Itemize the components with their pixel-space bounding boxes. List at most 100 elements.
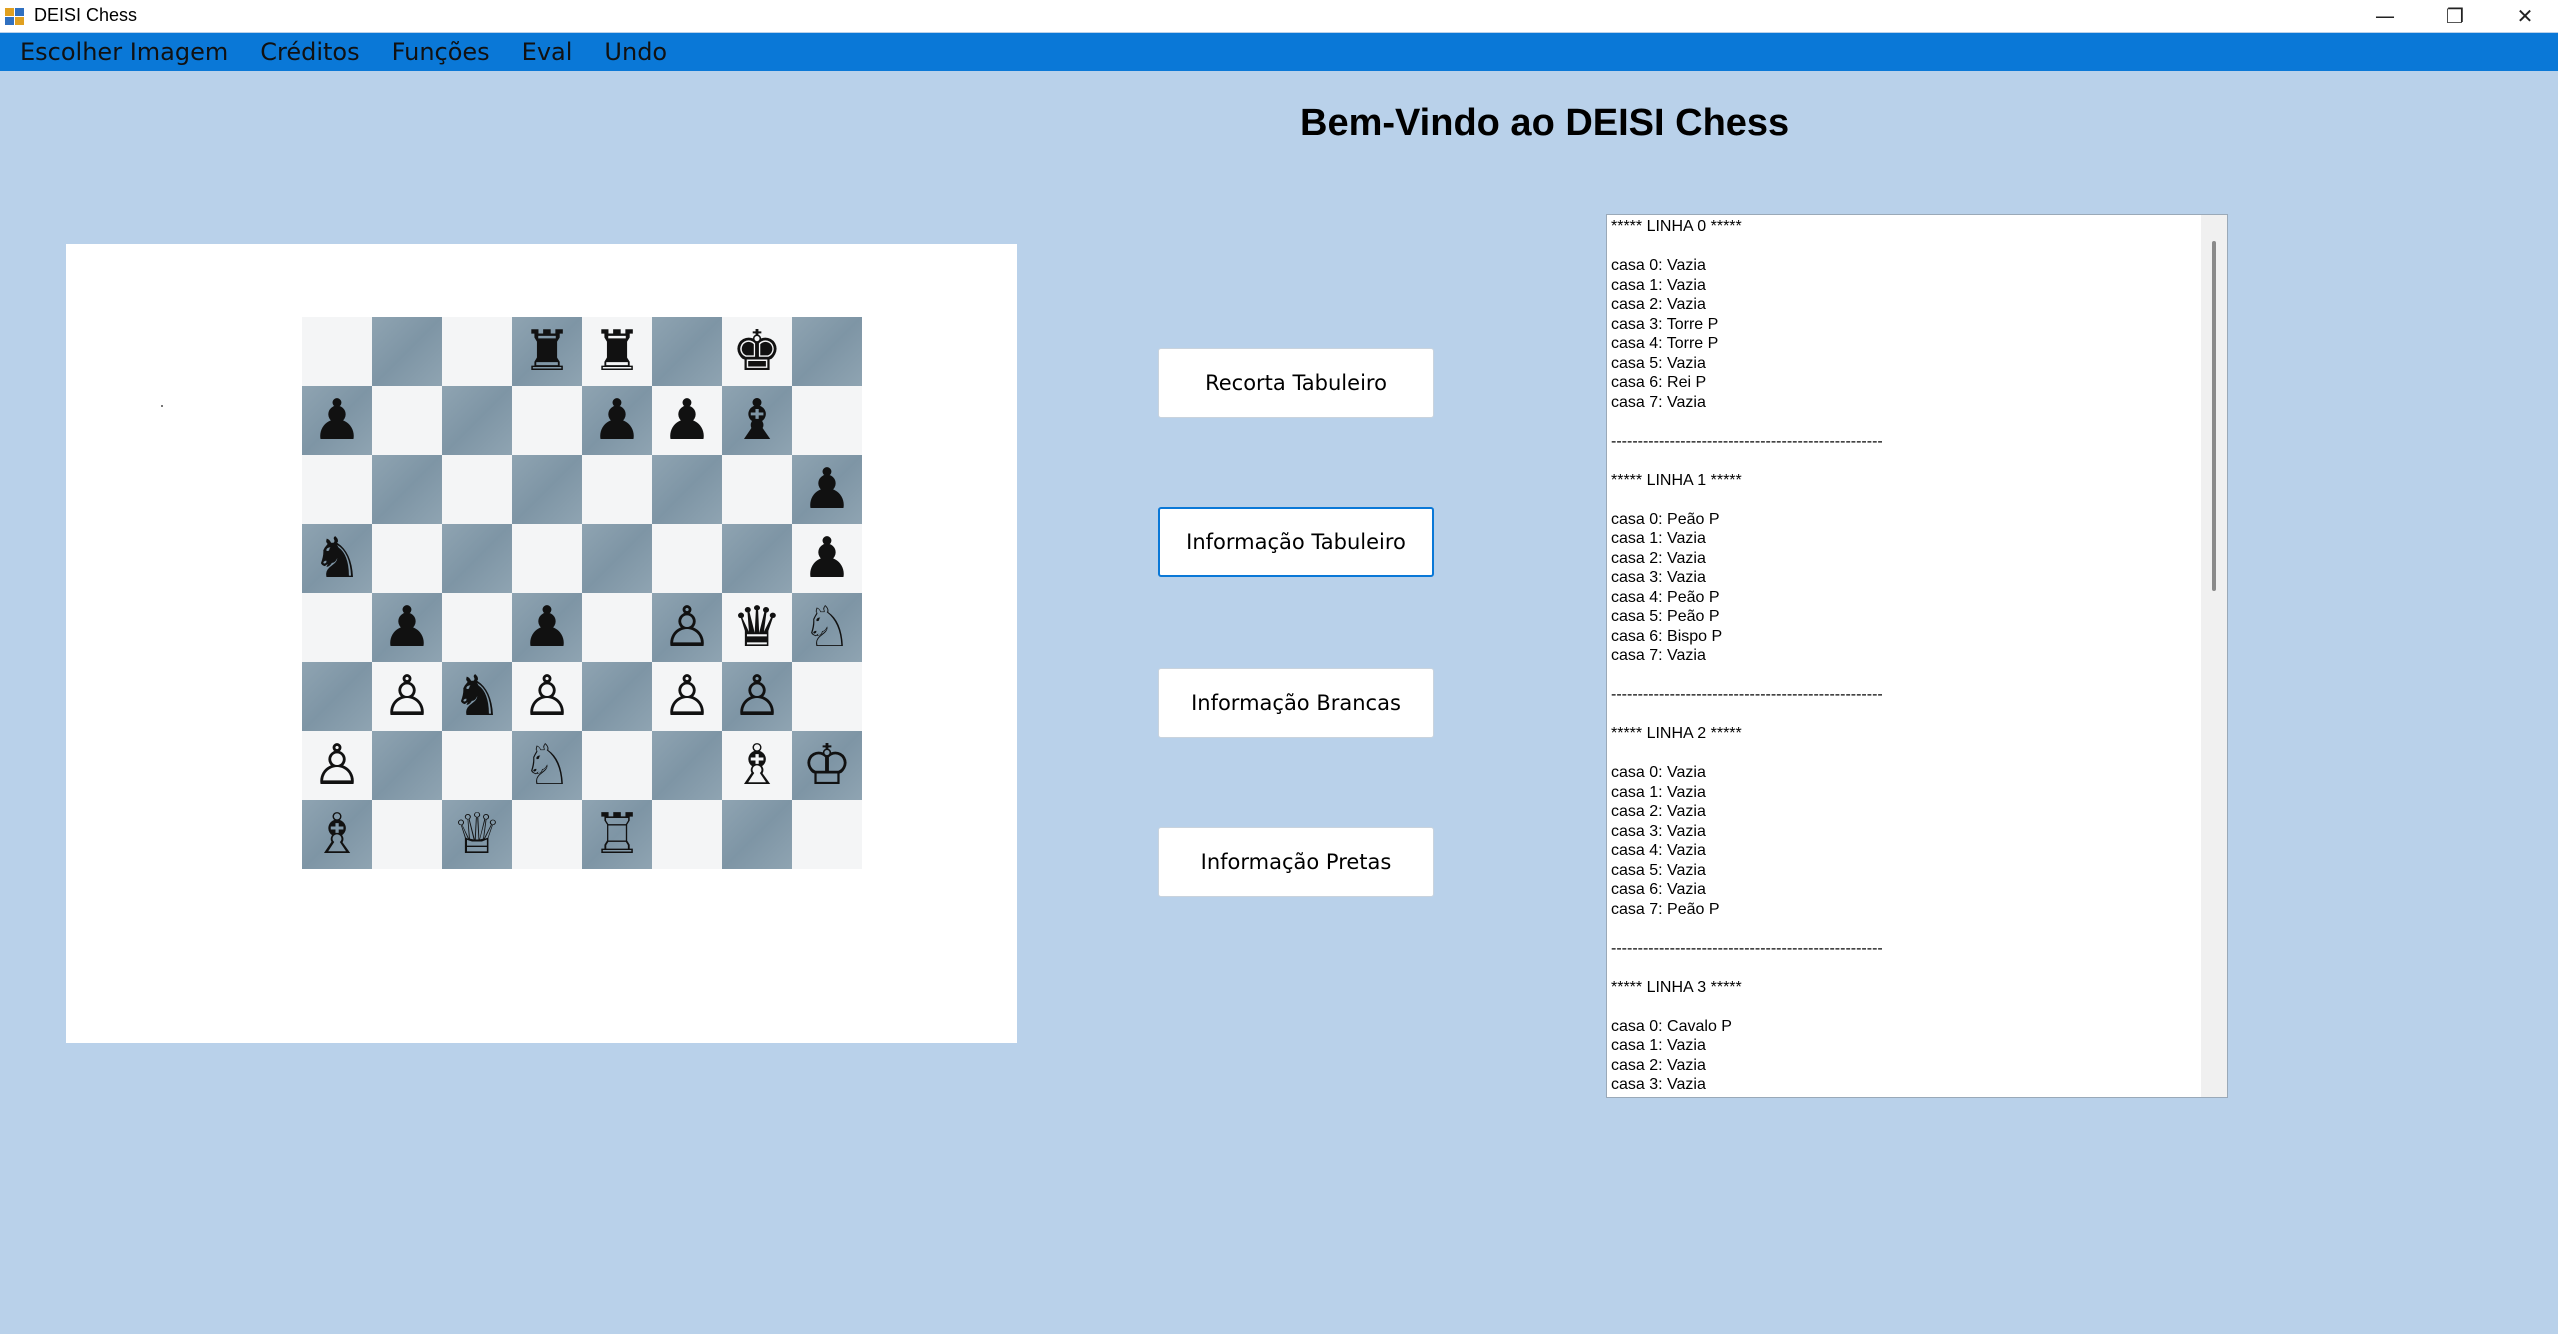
board-info-textbox[interactable]: ***** LINHA 0 ***** casa 0: Vazia casa 1… — [1606, 214, 2228, 1098]
board-square: ♙ — [652, 593, 722, 662]
board-square — [442, 731, 512, 800]
board-square — [582, 593, 652, 662]
chess-piece: ♟ — [381, 594, 433, 660]
board-square — [652, 800, 722, 869]
chess-piece: ♖ — [591, 801, 643, 867]
image-artifact — [161, 405, 163, 407]
scrollbar-thumb[interactable] — [2212, 241, 2216, 591]
board-square: ♘ — [792, 593, 862, 662]
menu-funcoes[interactable]: Funções — [376, 33, 506, 71]
board-square — [372, 455, 442, 524]
chess-piece: ♙ — [381, 663, 433, 729]
chess-piece: ♜ — [521, 318, 573, 384]
board-square — [302, 317, 372, 386]
chessboard: ♜ ♜ ♚ ♟ ♟ ♟ ♝ ♟ ♞ ♟ ♟ ♟ ♙ ♛ ♘ ♙ ♞ ♙ ♙ ♙ ♙ ♘ ♗ ♔ ♗ ♕ ♖ — [302, 317, 862, 869]
board-square: ♟ — [512, 593, 582, 662]
board-square: ♜ — [582, 317, 652, 386]
board-square — [512, 386, 582, 455]
menu-escolher-imagem[interactable]: Escolher Imagem — [0, 33, 244, 71]
board-square — [512, 800, 582, 869]
board-square: ♟ — [792, 455, 862, 524]
board-square — [652, 731, 722, 800]
page-title: Bem-Vindo ao DEISI Chess — [1300, 102, 1790, 144]
menu-creditos[interactable]: Créditos — [244, 33, 375, 71]
chess-piece: ♟ — [661, 387, 713, 453]
chess-piece: ♘ — [801, 594, 853, 660]
board-square — [442, 455, 512, 524]
board-info-text: ***** LINHA 0 ***** casa 0: Vazia casa 1… — [1611, 218, 1883, 1093]
board-square — [582, 662, 652, 731]
board-square — [442, 524, 512, 593]
chess-piece: ♙ — [661, 663, 713, 729]
board-square: ♔ — [792, 731, 862, 800]
board-square: ♖ — [582, 800, 652, 869]
board-square — [512, 524, 582, 593]
board-square: ♙ — [652, 662, 722, 731]
chess-piece: ♟ — [591, 387, 643, 453]
board-square — [372, 524, 442, 593]
board-square: ♛ — [722, 593, 792, 662]
title-bar: DEISI Chess — ❐ ✕ — [0, 0, 2558, 32]
board-square: ♚ — [722, 317, 792, 386]
board-square: ♘ — [512, 731, 582, 800]
chess-piece: ♞ — [311, 525, 363, 591]
board-square — [372, 731, 442, 800]
menu-undo[interactable]: Undo — [588, 33, 683, 71]
board-square: ♝ — [722, 386, 792, 455]
recorta-tabuleiro-button[interactable]: Recorta Tabuleiro — [1158, 348, 1434, 418]
chess-piece: ♔ — [801, 732, 853, 798]
board-square: ♞ — [442, 662, 512, 731]
board-square: ♙ — [302, 731, 372, 800]
textbox-scrollbar[interactable] — [2201, 215, 2227, 1097]
informacao-brancas-button[interactable]: Informação Brancas — [1158, 668, 1434, 738]
board-square — [792, 800, 862, 869]
menu-eval[interactable]: Eval — [506, 33, 589, 71]
board-square — [582, 731, 652, 800]
board-square — [442, 386, 512, 455]
maximize-button[interactable]: ❐ — [2420, 0, 2490, 32]
chess-piece: ♟ — [801, 525, 853, 591]
board-image-panel: ♜ ♜ ♚ ♟ ♟ ♟ ♝ ♟ ♞ ♟ ♟ ♟ ♙ ♛ ♘ ♙ ♞ ♙ ♙ ♙ ♙ ♘ ♗ ♔ ♗ ♕ ♖ — [66, 244, 1017, 1043]
board-square: ♕ — [442, 800, 512, 869]
window-title: DEISI Chess — [34, 5, 138, 25]
board-square — [652, 317, 722, 386]
chess-piece: ♜ — [591, 318, 643, 384]
board-square: ♟ — [652, 386, 722, 455]
board-square: ♞ — [302, 524, 372, 593]
app-icon — [5, 8, 24, 25]
board-square — [372, 800, 442, 869]
board-square — [512, 455, 582, 524]
chess-piece: ♘ — [521, 732, 573, 798]
chess-piece: ♞ — [451, 663, 503, 729]
chess-piece: ♗ — [311, 801, 363, 867]
board-square — [582, 455, 652, 524]
board-square — [722, 800, 792, 869]
board-square — [792, 386, 862, 455]
chess-piece: ♛ — [731, 594, 783, 660]
board-square — [722, 524, 792, 593]
chess-piece: ♚ — [731, 318, 783, 384]
informacao-pretas-button[interactable]: Informação Pretas — [1158, 827, 1434, 897]
board-square: ♗ — [302, 800, 372, 869]
board-square: ♟ — [372, 593, 442, 662]
chess-piece: ♝ — [731, 387, 783, 453]
board-square: ♗ — [722, 731, 792, 800]
close-button[interactable]: ✕ — [2490, 0, 2558, 32]
board-square — [372, 317, 442, 386]
board-square — [302, 455, 372, 524]
board-square: ♙ — [372, 662, 442, 731]
board-square — [792, 317, 862, 386]
chess-piece: ♟ — [801, 456, 853, 522]
board-square — [372, 386, 442, 455]
board-square: ♙ — [722, 662, 792, 731]
chess-piece: ♗ — [731, 732, 783, 798]
chess-piece: ♙ — [661, 594, 713, 660]
chess-piece: ♟ — [311, 387, 363, 453]
informacao-tabuleiro-button[interactable]: Informação Tabuleiro — [1158, 507, 1434, 577]
board-square — [302, 662, 372, 731]
board-square — [442, 317, 512, 386]
chess-piece: ♟ — [521, 594, 573, 660]
chess-piece: ♙ — [521, 663, 573, 729]
menu-bar: Escolher Imagem Créditos Funções Eval Un… — [0, 33, 2558, 71]
minimize-button[interactable]: — — [2350, 0, 2420, 32]
